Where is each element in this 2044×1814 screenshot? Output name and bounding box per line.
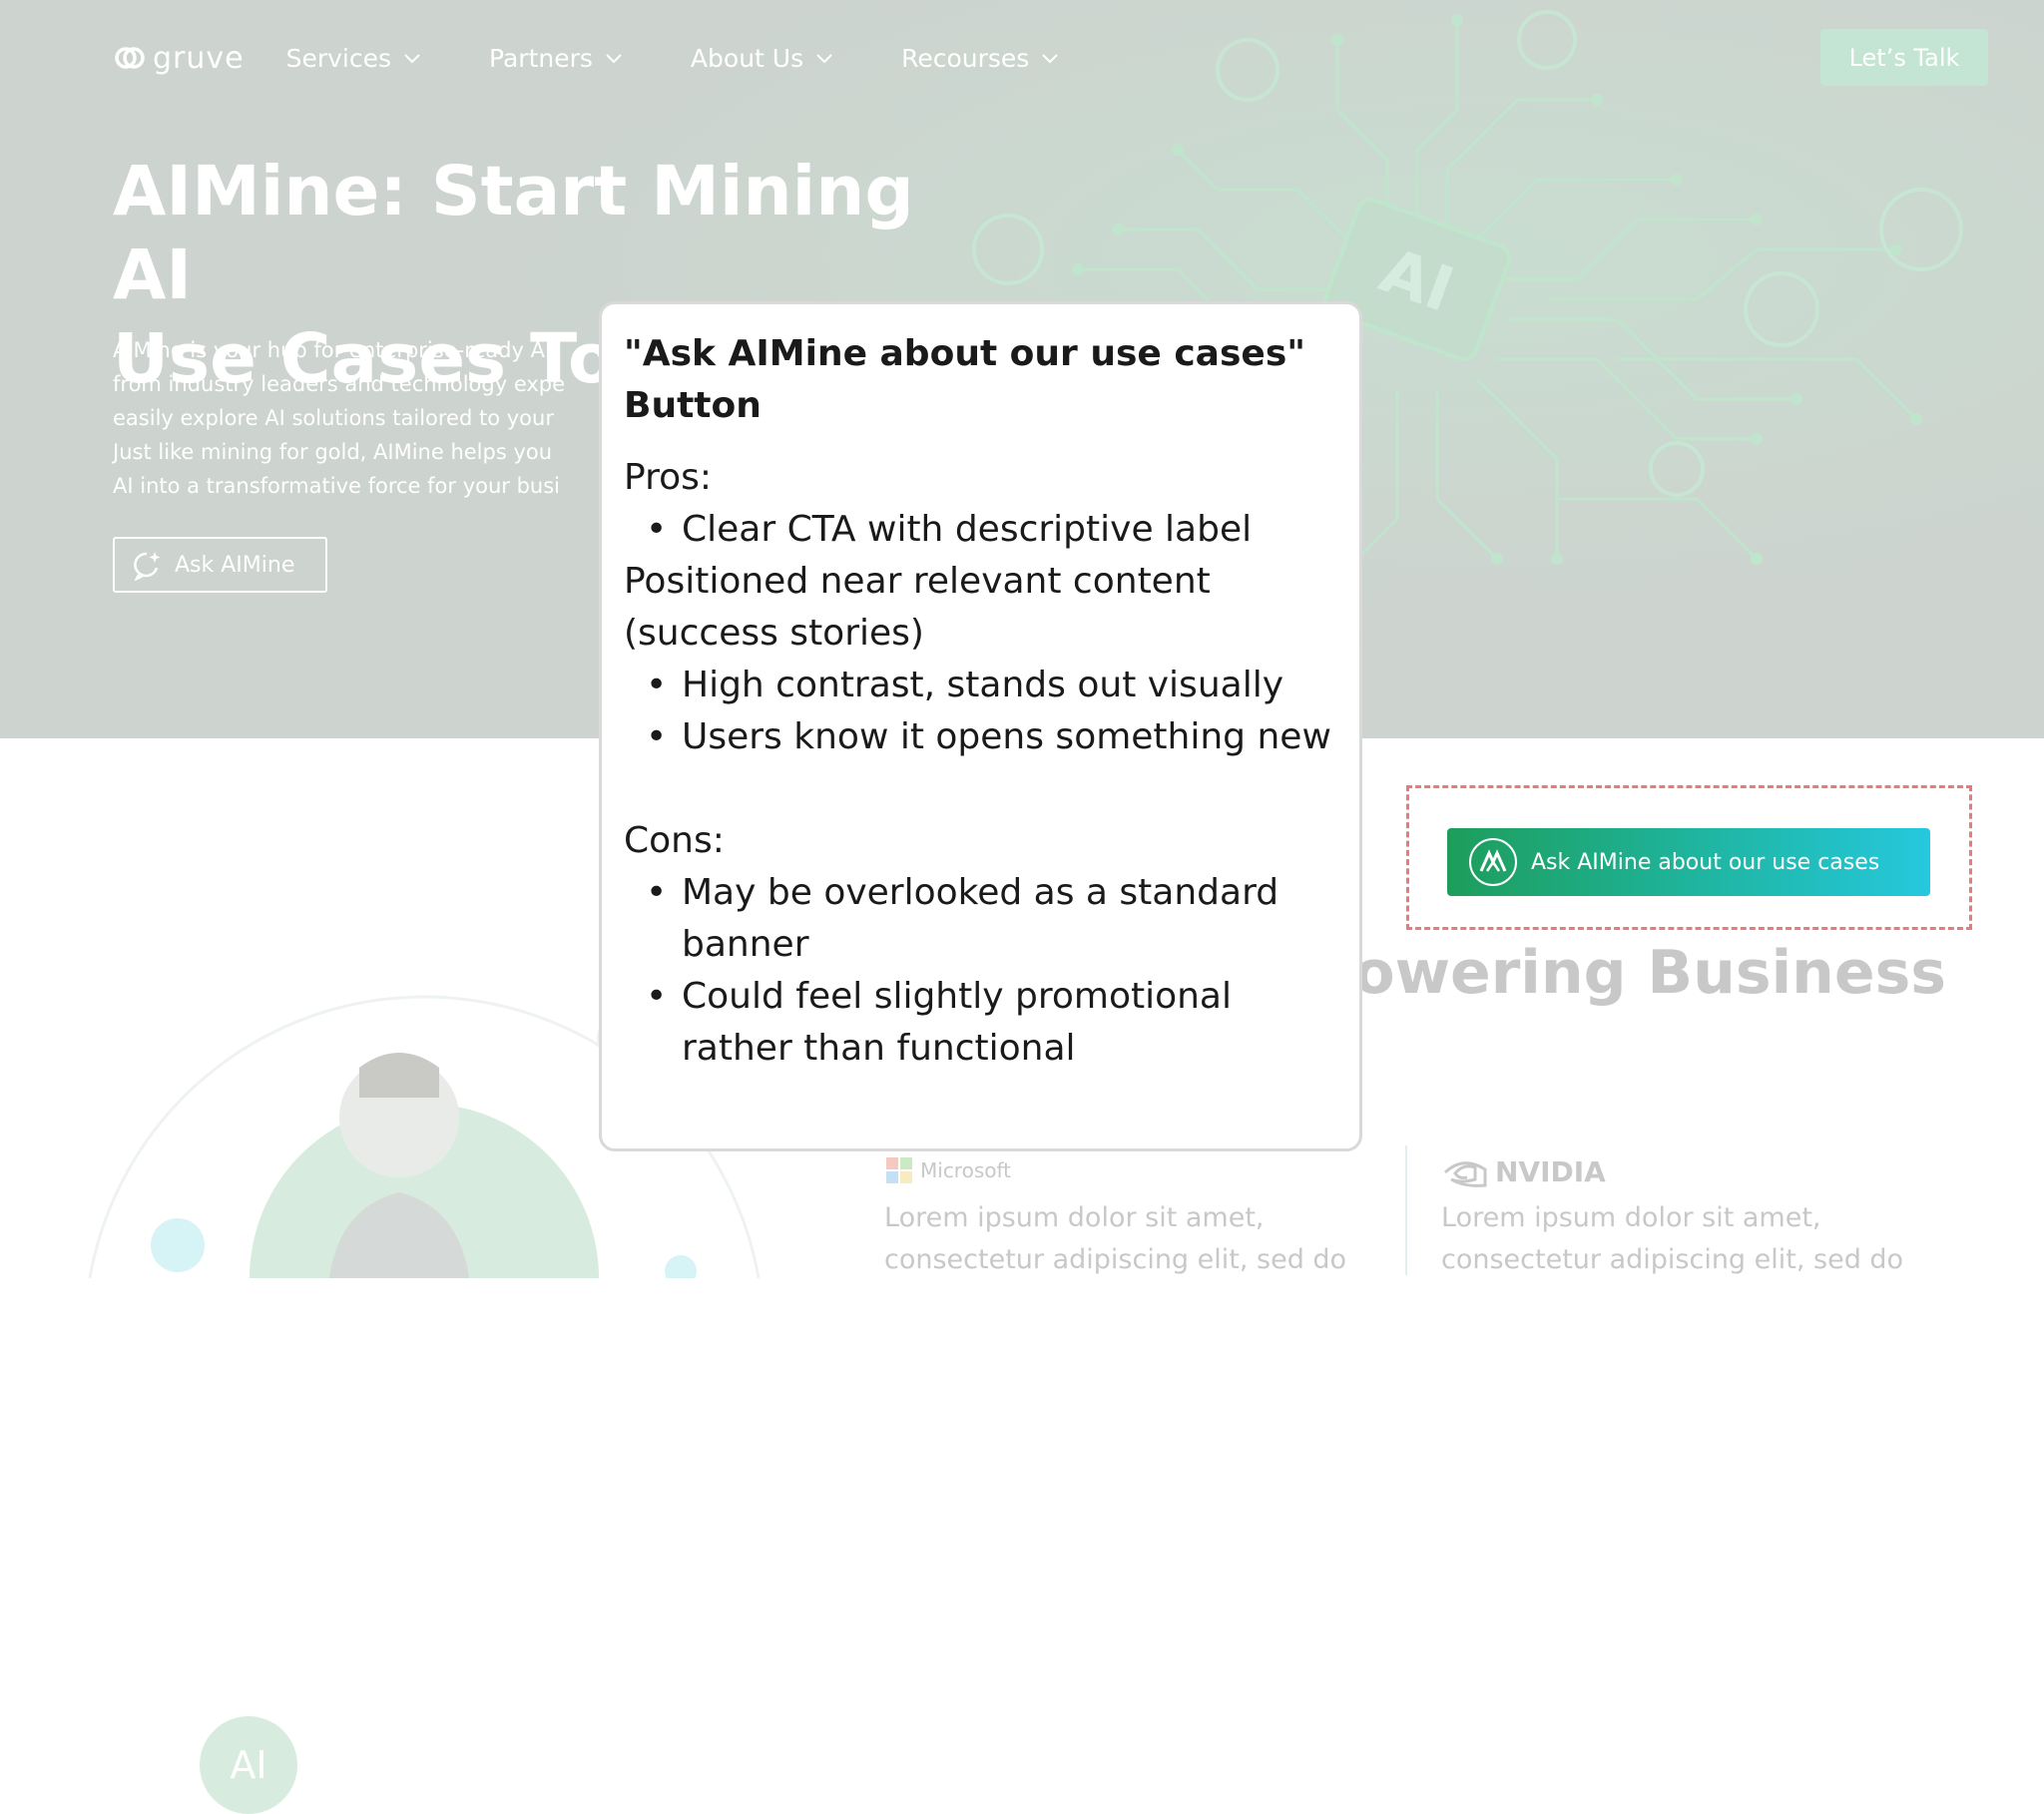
hero-description-line: easily explore AI solutions tailored to … — [113, 406, 554, 430]
chevron-down-icon — [816, 54, 832, 64]
popup-title: "Ask AIMine about our use cases" Button — [624, 328, 1342, 432]
microsoft-description-line: consectetur adipiscing elit, sed do — [884, 1244, 1347, 1275]
pros-item: Clear CTA with descriptive label — [624, 504, 1352, 556]
pros-item: High contrast, stands out visually — [624, 660, 1352, 711]
cons-item: Could feel slightly promotional rather t… — [624, 971, 1352, 1075]
lets-talk-button[interactable]: Let’s Talk — [1820, 29, 1988, 86]
nav-partners-label: Partners — [489, 43, 593, 73]
nav-services[interactable]: Services — [286, 44, 423, 73]
pros-list: Clear CTA with descriptive label Positio… — [624, 504, 1352, 763]
annotation-popup: "Ask AIMine about our use cases" Button … — [599, 301, 1362, 1151]
gruve-logo-icon — [115, 47, 145, 69]
nvidia-label: NVIDIA — [1495, 1155, 1606, 1188]
pros-heading: Pros: — [624, 457, 712, 498]
nav-partners[interactable]: Partners — [489, 44, 625, 73]
ask-aimine-use-cases-label: Ask AIMine about our use cases — [1531, 849, 1880, 875]
chevron-down-icon — [1042, 54, 1059, 64]
chevron-down-icon — [606, 54, 622, 64]
hero-description-line: from industry leaders and technology exp… — [113, 372, 566, 396]
hero-title-line-1: AIMine: Start Mining AI — [113, 152, 914, 315]
microsoft-logo-icon — [886, 1157, 912, 1183]
gruve-logo-text: gruve — [153, 40, 245, 76]
hero-description-line: AI into a transformative force for your … — [113, 474, 561, 498]
gruve-logo[interactable]: gruve — [113, 41, 245, 76]
microsoft-partner-name: Microsoft — [886, 1157, 1011, 1183]
nav-about-us-label: About Us — [690, 43, 804, 73]
microsoft-label: Microsoft — [920, 1158, 1012, 1182]
nav-recourses[interactable]: Recourses — [901, 44, 1061, 73]
nvidia-logo-icon — [1443, 1160, 1487, 1187]
hero-description-line: AIMine is your hub for enterprise-ready … — [113, 338, 552, 362]
microsoft-description-line: Lorem ipsum dolor sit amet, — [884, 1202, 1265, 1233]
nvidia-description: Lorem ipsum dolor sit amet, consectetur … — [1441, 1197, 1903, 1281]
chevron-down-icon — [404, 54, 420, 64]
cons-item: May be overlooked as a standard banner — [624, 867, 1352, 971]
hero-description-line: Just like mining for gold, AIMine helps … — [113, 440, 553, 464]
nav-services-label: Services — [285, 43, 392, 73]
popup-title-line-2: Button — [624, 385, 762, 426]
microsoft-description: Lorem ipsum dolor sit amet, consectetur … — [884, 1197, 1346, 1281]
cons-list: May be overlooked as a standard banner C… — [624, 867, 1352, 1075]
ask-aimine-button-label: Ask AIMine — [175, 552, 295, 578]
ai-badge: AI — [200, 1716, 297, 1814]
nvidia-partner-name: NVIDIA — [1443, 1155, 1606, 1188]
nav-recourses-label: Recourses — [901, 43, 1030, 73]
partner-divider — [1405, 1145, 1407, 1275]
pros-item: (success stories) — [624, 613, 924, 654]
popup-body: Pros: Clear CTA with descriptive label P… — [624, 452, 1352, 1075]
chat-sparkle-icon — [134, 552, 161, 581]
hero-description: AIMine is your hub for enterprise-ready … — [113, 333, 632, 503]
nav-about-us[interactable]: About Us — [691, 44, 835, 73]
pros-item: Positioned near relevant content — [624, 561, 1211, 602]
nvidia-description-line: consectetur adipiscing elit, sed do — [1441, 1244, 1904, 1275]
aimine-logo-icon — [1469, 838, 1517, 886]
nvidia-description-line: Lorem ipsum dolor sit amet, — [1441, 1202, 1821, 1233]
popup-title-line-1: "Ask AIMine about our use cases" — [624, 333, 1305, 374]
ask-aimine-button[interactable]: Ask AIMine — [113, 537, 327, 593]
cons-heading: Cons: — [624, 820, 725, 861]
top-navigation: gruve Services Partners About Us Recours… — [113, 36, 1127, 80]
pros-item: Users know it opens something new — [624, 711, 1352, 763]
ask-aimine-use-cases-button[interactable]: Ask AIMine about our use cases — [1447, 828, 1930, 896]
